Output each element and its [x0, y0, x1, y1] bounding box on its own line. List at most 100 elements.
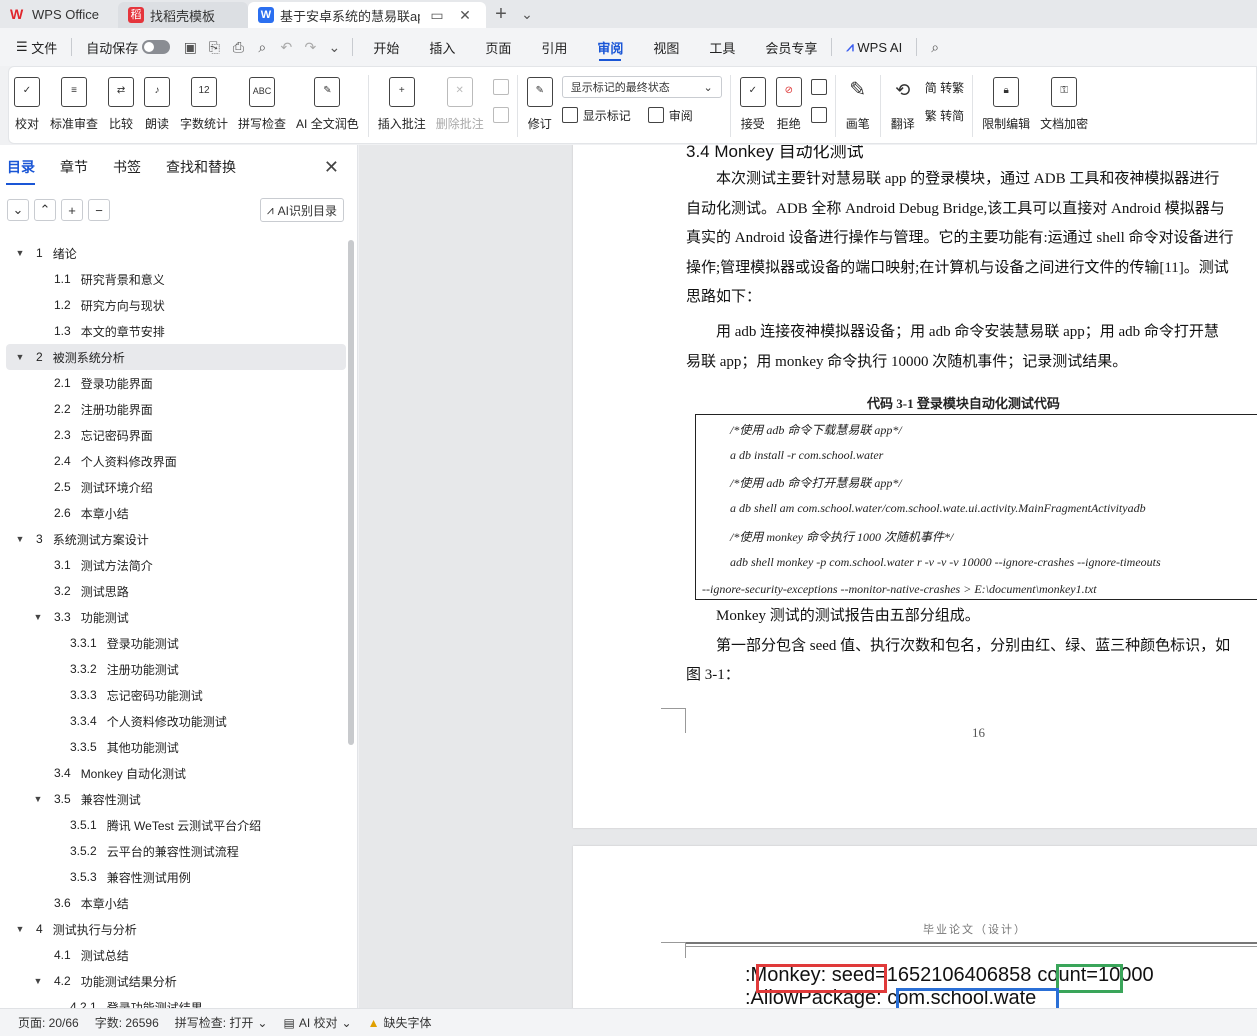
show-markup-button[interactable]: 显示标记	[583, 107, 631, 124]
read-aloud-button[interactable]: ♪ 朗读	[139, 71, 175, 132]
pen-button[interactable]: ✎ 画笔	[840, 71, 876, 132]
toc-item[interactable]: 1.1 研究背景和意义	[6, 266, 346, 292]
toc-item[interactable]: 3.2 测试思路	[6, 578, 346, 604]
standard-review-button[interactable]: ≡ 标准审查	[45, 71, 103, 132]
spell-check-status[interactable]: 拼写检查: 打开 ⌄	[167, 1014, 276, 1031]
expand-arrow-icon[interactable]: ▼	[32, 612, 44, 622]
toc-item[interactable]: 3.1 测试方法简介	[6, 552, 346, 578]
markup-state-select[interactable]: 显示标记的最终状态 ⌄	[561, 76, 722, 98]
spell-check-button[interactable]: ABC 拼写检查	[233, 71, 291, 132]
menu-view[interactable]: 视图	[645, 28, 687, 66]
menu-page[interactable]: 页面	[477, 28, 519, 66]
more-chevron-icon[interactable]: ⌄	[322, 28, 346, 66]
compare-button[interactable]: ⇄ 比较	[103, 71, 139, 132]
expand-arrow-icon[interactable]: ▼	[14, 534, 26, 544]
toc-item[interactable]: 3.6 本章小结	[6, 890, 346, 916]
menu-references[interactable]: 引用	[533, 28, 575, 66]
word-count-indicator[interactable]: 字数: 26596	[87, 1014, 167, 1031]
remove-heading-icon[interactable]: −	[88, 199, 110, 221]
print-icon[interactable]: ⎙	[226, 28, 250, 66]
toc-item[interactable]: 3.3.5 其他功能测试	[6, 734, 346, 760]
export-icon[interactable]: ⎘	[202, 28, 226, 66]
toc-item[interactable]: 2.5 测试环境介绍	[6, 474, 346, 500]
toc-item[interactable]: 1.2 研究方向与现状	[6, 292, 346, 318]
insert-comment-button[interactable]: + 插入批注	[373, 71, 431, 132]
missing-font-status[interactable]: ▲ 缺失字体	[360, 1014, 440, 1031]
toc-item[interactable]: 2.6 本章小结	[6, 500, 346, 526]
file-menu[interactable]: ☰ 文件	[8, 28, 65, 66]
tab-chapters[interactable]: 章节	[59, 145, 96, 189]
proof-button[interactable]: ✓ 校对	[9, 71, 45, 132]
toc-item[interactable]: ▼ 1 绪论	[6, 240, 346, 266]
toc-item[interactable]: 3.5.1 腾讯 WeTest 云测试平台介绍	[6, 812, 346, 838]
close-tab-icon[interactable]: ✕	[454, 7, 476, 24]
prev-change-icon[interactable]	[810, 79, 827, 95]
toc-item[interactable]: 3.4 Monkey 自动化测试	[6, 760, 346, 786]
toc-item[interactable]: 3.5.3 兼容性测试用例	[6, 864, 346, 890]
autosave-toggle[interactable]	[142, 40, 171, 54]
accept-button[interactable]: ✓ 接受	[735, 71, 771, 132]
menu-review[interactable]: 审阅	[589, 28, 631, 66]
ai-toc-button[interactable]: ⩘ AI识别目录	[259, 198, 344, 222]
screen-icon[interactable]: ▭	[426, 7, 448, 24]
close-icon[interactable]: ✕	[324, 157, 339, 178]
menu-member[interactable]: 会员专享	[757, 28, 825, 66]
next-change-icon[interactable]	[810, 107, 827, 123]
expand-arrow-icon[interactable]: ▼	[14, 924, 26, 934]
toc-item[interactable]: 2.1 登录功能界面	[6, 370, 346, 396]
toc-item[interactable]: 3.3.4 个人资料修改功能测试	[6, 708, 346, 734]
reject-button[interactable]: ⊘ 拒绝	[771, 71, 807, 132]
toc-item[interactable]: 3.3.2 注册功能测试	[6, 656, 346, 682]
toc-item[interactable]: ▼ 3 系统测试方案设计	[6, 526, 346, 552]
toc-scrollbar[interactable]	[348, 240, 354, 745]
toc-item[interactable]: ▼ 3.5 兼容性测试	[6, 786, 346, 812]
revise-button[interactable]: ✎ 修订	[522, 71, 558, 132]
page-indicator[interactable]: 页面: 20/66	[10, 1014, 87, 1031]
search-icon[interactable]: ⌕	[923, 28, 947, 66]
expand-arrow-icon[interactable]: ▼	[14, 248, 26, 258]
tab-document[interactable]: W 基于安卓系统的慧易联app的 ▭ ✕	[248, 2, 486, 28]
to-simplified-button[interactable]: 繁 转简	[925, 105, 964, 125]
autosave[interactable]: 自动保存	[78, 28, 178, 66]
tab-daoke-templates[interactable]: 稻 找稻壳模板	[118, 2, 248, 28]
toc-item[interactable]: 3.5.2 云平台的兼容性测试流程	[6, 838, 346, 864]
to-traditional-button[interactable]: 简 转繁	[925, 77, 964, 97]
restrict-edit-button[interactable]: 🔒︎ 限制编辑	[977, 71, 1035, 132]
toc-item[interactable]: ▼ 3.3 功能测试	[6, 604, 346, 630]
toc-item[interactable]: ▼ 4.2 功能测试结果分析	[6, 968, 346, 994]
toc-item[interactable]: 4.2.1 登录功能测试结果	[6, 994, 346, 1008]
tab-list-chevron-icon[interactable]: ⌄	[516, 0, 538, 28]
add-heading-icon[interactable]: +	[61, 199, 83, 221]
undo-icon[interactable]: ↶	[274, 28, 298, 66]
toc-item[interactable]: ▼ 2 被测系统分析	[6, 344, 346, 370]
toc-item[interactable]: 1.3 本文的章节安排	[6, 318, 346, 344]
toc-item[interactable]: 2.2 注册功能界面	[6, 396, 346, 422]
expand-all-icon[interactable]: ⌃	[34, 199, 56, 221]
tab-find-replace[interactable]: 查找和替换	[165, 145, 244, 189]
redo-icon[interactable]: ↷	[298, 28, 322, 66]
ai-proof-status[interactable]: ▤ AI 校对 ⌄	[275, 1014, 359, 1031]
prev-comment-icon[interactable]	[492, 79, 509, 95]
toc-item[interactable]: 2.3 忘记密码界面	[6, 422, 346, 448]
toc-item[interactable]: 3.3.1 登录功能测试	[6, 630, 346, 656]
toc-item[interactable]: 4.1 测试总结	[6, 942, 346, 968]
next-comment-icon[interactable]	[492, 107, 509, 123]
menu-insert[interactable]: 插入	[421, 28, 463, 66]
doc-encrypt-button[interactable]: ⚿ 文档加密	[1035, 71, 1093, 132]
wps-ai-button[interactable]: ⩘ WPS AI	[838, 28, 910, 66]
print-preview-icon[interactable]: ⌕	[250, 28, 274, 66]
word-count-button[interactable]: 12 字数统计	[175, 71, 233, 132]
ai-polish-button[interactable]: ✎ AI 全文润色	[291, 71, 364, 132]
expand-arrow-icon[interactable]: ▼	[32, 976, 44, 986]
expand-arrow-icon[interactable]: ▼	[32, 794, 44, 804]
expand-arrow-icon[interactable]: ▼	[14, 352, 26, 362]
toc-item[interactable]: ▼ 4 测试执行与分析	[6, 916, 346, 942]
tab-toc[interactable]: 目录	[6, 145, 43, 189]
translate-button[interactable]: ⟲ 翻译	[885, 71, 921, 132]
tab-bookmarks[interactable]: 书签	[112, 145, 149, 189]
tab-wps-office[interactable]: W WPS Office	[0, 0, 118, 28]
menu-tools[interactable]: 工具	[701, 28, 743, 66]
delete-comment-button[interactable]: ✕ 删除批注	[431, 71, 489, 132]
toc-item[interactable]: 3.3.3 忘记密码功能测试	[6, 682, 346, 708]
collapse-all-icon[interactable]: ⌄	[7, 199, 29, 221]
